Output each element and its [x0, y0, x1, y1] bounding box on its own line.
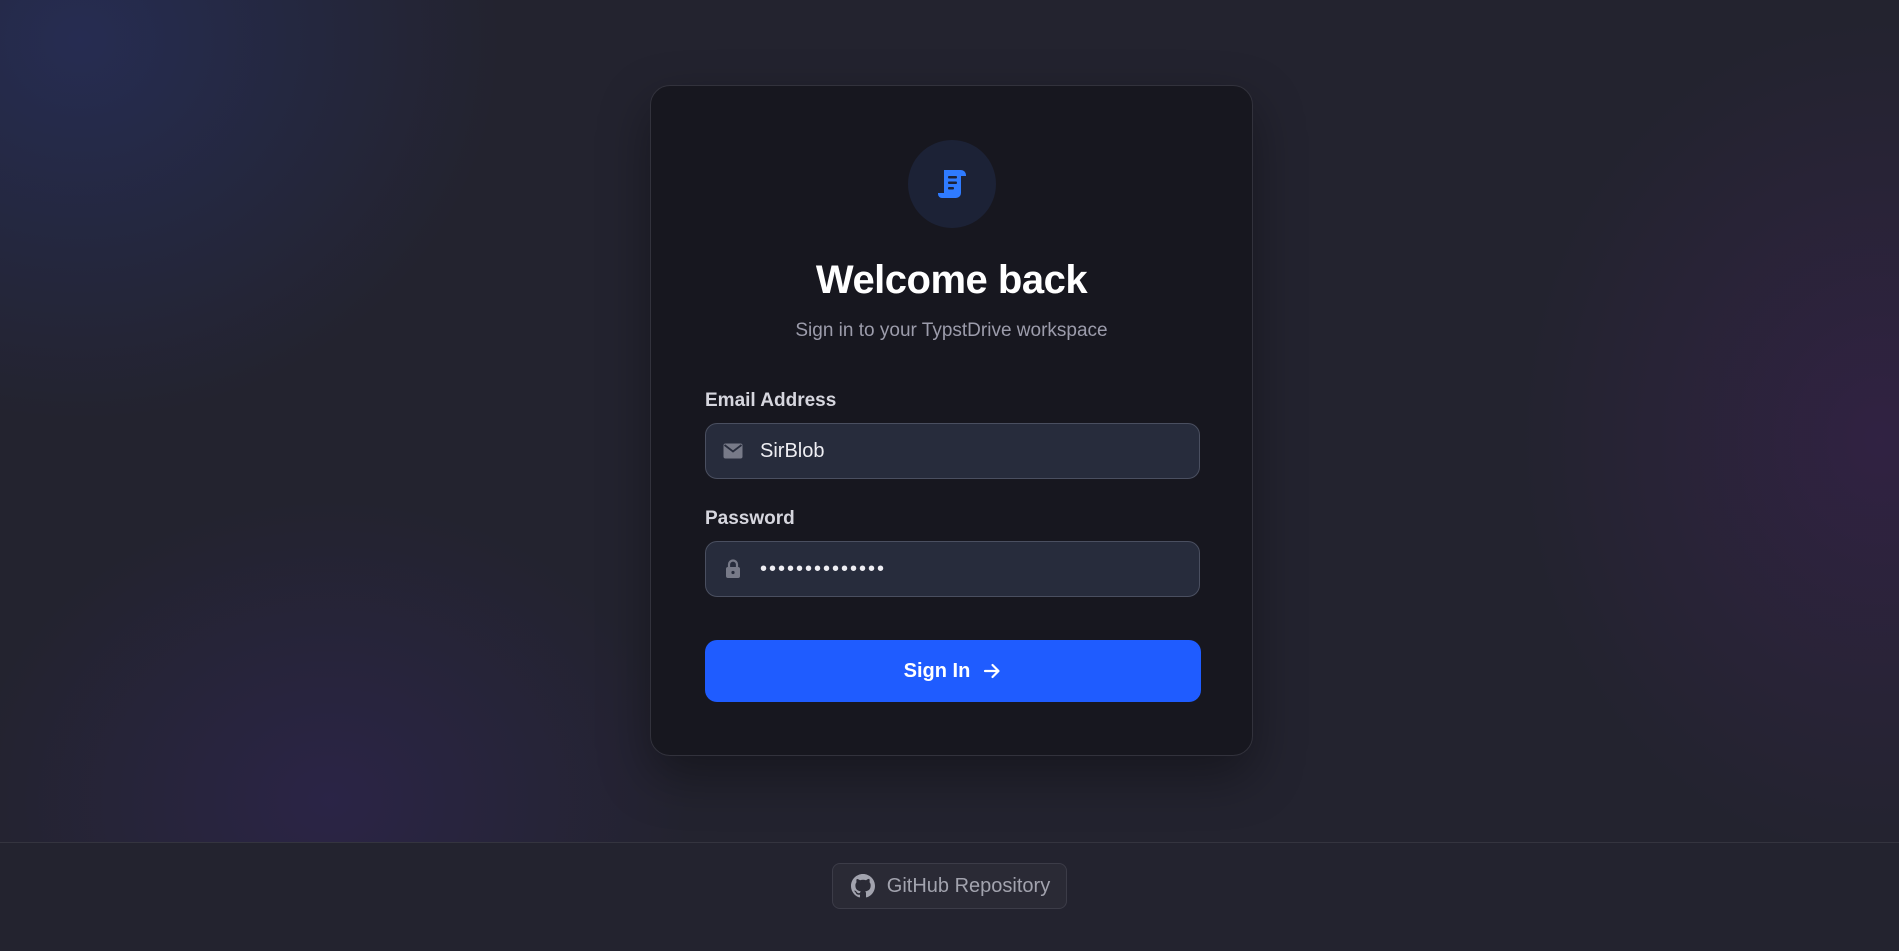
arrow-right-icon: [984, 663, 1000, 679]
password-field-container[interactable]: [705, 541, 1200, 597]
sign-in-label: Sign In: [903, 659, 971, 682]
github-label: GitHub Repository: [886, 874, 1051, 897]
page-subtitle: Sign in to your TypstDrive workspace: [795, 320, 1108, 341]
sign-in-button[interactable]: Sign In: [705, 640, 1201, 702]
main-area: Welcome back Sign in to your TypstDrive …: [0, 0, 1899, 842]
github-icon: [850, 874, 875, 898]
email-label: Email Address: [705, 390, 837, 411]
email-field[interactable]: [760, 424, 1199, 478]
app-logo: [908, 140, 996, 228]
password-field[interactable]: [760, 542, 1199, 596]
login-card: Welcome back Sign in to your TypstDrive …: [650, 85, 1253, 756]
email-field-container[interactable]: [705, 423, 1200, 479]
password-label: Password: [705, 508, 795, 529]
scroll-icon: [938, 170, 966, 198]
github-repository-link[interactable]: GitHub Repository: [831, 863, 1068, 909]
lock-icon: [706, 559, 760, 579]
mail-icon: [706, 443, 760, 459]
page-title: Welcome back: [815, 258, 1088, 302]
footer: GitHub Repository: [0, 842, 1899, 951]
